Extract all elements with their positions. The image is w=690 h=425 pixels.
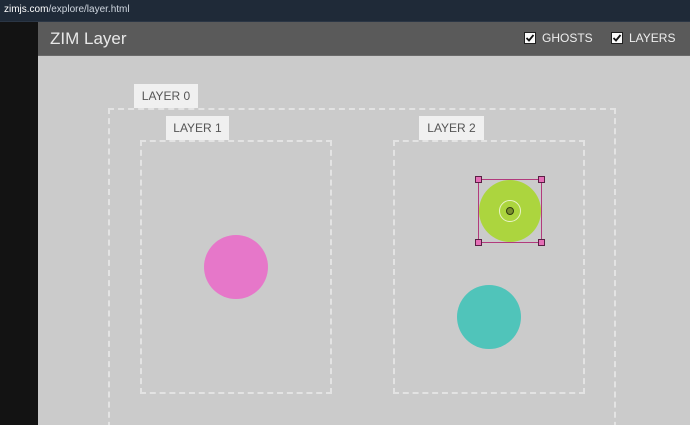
address-bar[interactable]: zimjs.com/explore/layer.html (0, 0, 690, 22)
url-path: /explore/layer.html (48, 4, 130, 15)
resize-handle-top-left[interactable] (475, 176, 482, 183)
layers-checkbox[interactable]: LAYERS (611, 31, 675, 45)
checkmark-icon (612, 34, 622, 42)
layers-checkbox-box[interactable] (611, 32, 623, 44)
layer-1-tab[interactable]: LAYER 1 (166, 116, 229, 140)
app-header: ZIM Layer GHOSTS LAYERS (38, 22, 690, 56)
zim-app: ZIM Layer GHOSTS LAYERS LAYER 0 LAYER 1 … (38, 22, 690, 425)
app-title: ZIM Layer (50, 29, 127, 48)
ghosts-checkbox-box[interactable] (524, 32, 536, 44)
registration-point-icon[interactable] (506, 207, 514, 215)
resize-handle-top-right[interactable] (538, 176, 545, 183)
ghosts-label: GHOSTS (542, 31, 593, 45)
layers-label: LAYERS (629, 31, 676, 45)
url-host: zimjs.com (4, 4, 49, 15)
layer-0-tab[interactable]: LAYER 0 (134, 84, 198, 108)
teal-circle[interactable] (457, 285, 521, 349)
resize-handle-bottom-left[interactable] (475, 239, 482, 246)
ghosts-checkbox[interactable]: GHOSTS (524, 31, 593, 45)
layer-2-tab[interactable]: LAYER 2 (419, 116, 484, 140)
pink-circle[interactable] (204, 235, 268, 299)
left-dark-panel (0, 22, 38, 425)
resize-handle-bottom-right[interactable] (538, 239, 545, 246)
checkmark-icon (525, 34, 535, 42)
